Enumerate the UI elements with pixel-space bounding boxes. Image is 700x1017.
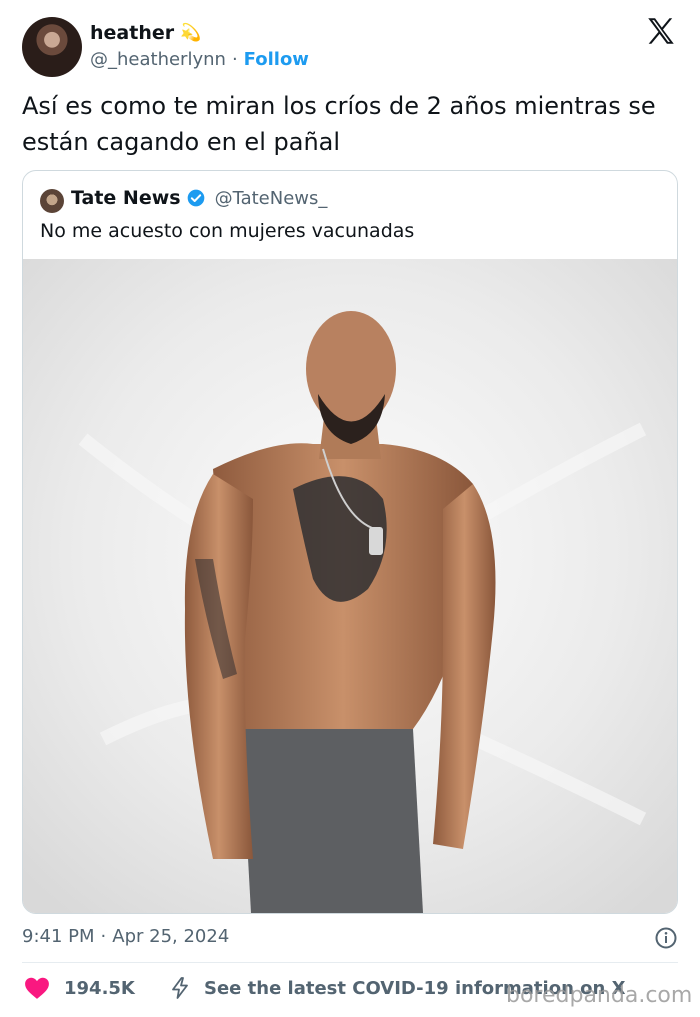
divider — [22, 962, 678, 963]
tweet-time: 9:41 PM — [22, 926, 95, 947]
lightning-bolt-icon — [172, 977, 188, 999]
separator-dot: · — [231, 49, 238, 70]
author-name-text: heather — [90, 22, 175, 44]
quoted-tweet-text: No me acuesto con mujeres vacunadas — [40, 220, 415, 242]
follow-button[interactable]: Follow — [244, 49, 309, 70]
watermark: boredpanda.com — [506, 983, 693, 1008]
quoted-author-name: Tate News — [71, 187, 181, 209]
author-handle[interactable]: @_heatherlynn — [90, 49, 226, 70]
x-logo-icon[interactable] — [644, 14, 678, 48]
author-name[interactable]: heather 💫 — [90, 22, 201, 44]
info-icon[interactable] — [654, 926, 678, 950]
like-button[interactable]: 194.5K — [24, 976, 135, 1000]
quoted-tweet-photo[interactable] — [23, 259, 677, 913]
tweet-text: Así es como te miran los críos de 2 años… — [22, 92, 656, 156]
quoted-avatar[interactable] — [40, 189, 64, 213]
author-handle-row: @_heatherlynn · Follow — [90, 49, 309, 70]
separator-dot: · — [100, 926, 107, 947]
quoted-tweet-card[interactable]: Tate News @TateNews_ No me acuesto con m… — [22, 170, 678, 914]
like-count: 194.5K — [64, 977, 135, 999]
star-emoji-icon: 💫 — [180, 23, 202, 43]
quoted-author[interactable]: Tate News @TateNews_ — [71, 187, 327, 209]
author-avatar[interactable] — [22, 17, 82, 77]
heart-icon — [25, 977, 49, 999]
tweet-timestamp[interactable]: 9:41 PM · Apr 25, 2024 — [22, 926, 229, 947]
tweet-date: Apr 25, 2024 — [112, 926, 230, 947]
quoted-author-handle: @TateNews_ — [214, 187, 328, 209]
verified-badge-icon — [187, 189, 204, 207]
